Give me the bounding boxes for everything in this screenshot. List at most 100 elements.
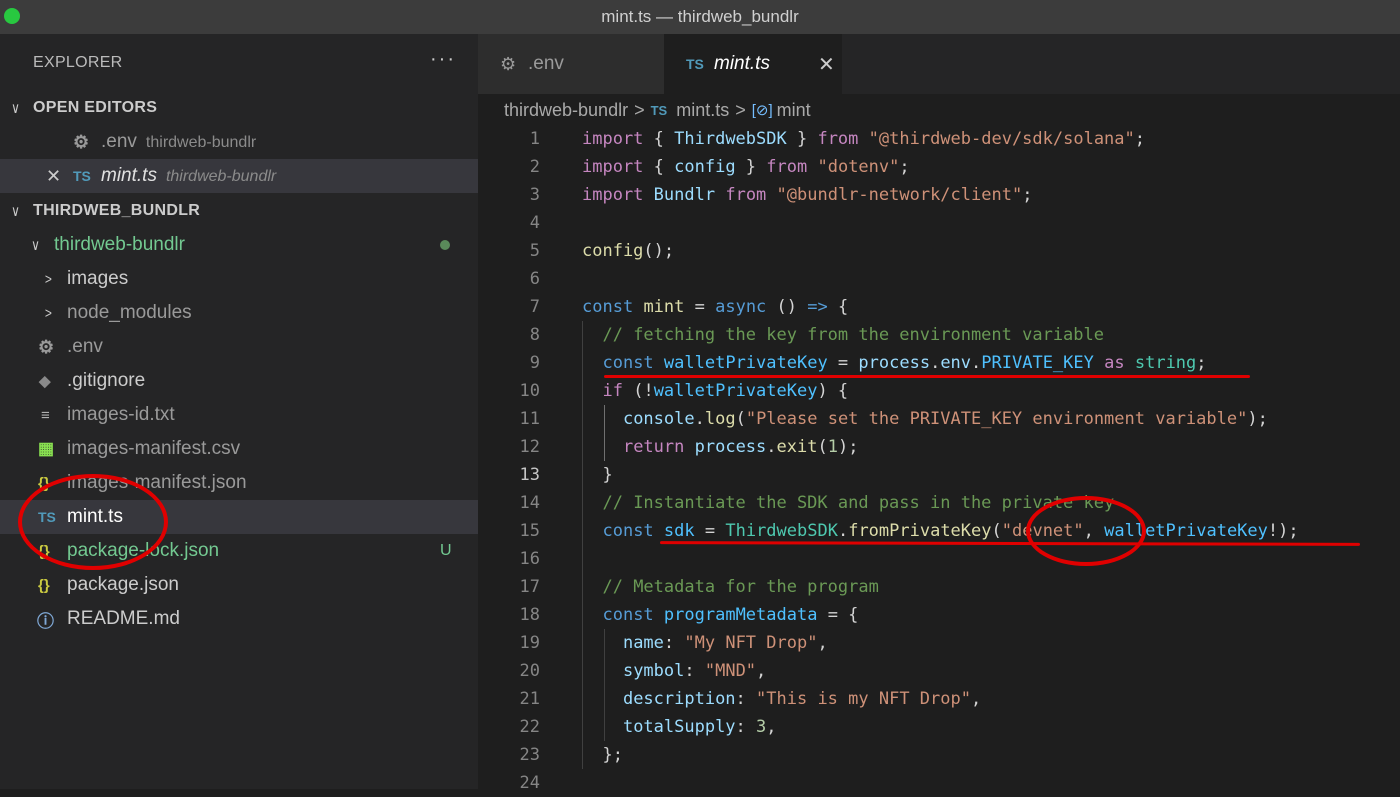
close-icon[interactable]: ✕	[46, 166, 61, 187]
tab-mint-ts[interactable]: TS mint.ts ✕	[664, 34, 842, 94]
code-token: =	[827, 353, 859, 373]
code-line[interactable]: 9 const walletPrivateKey = process.env.P…	[478, 349, 1400, 377]
breadcrumb-file[interactable]: mint.ts	[676, 100, 729, 121]
code-line[interactable]: 11 console.log("Please set the PRIVATE_K…	[478, 405, 1400, 433]
code-token: =	[684, 297, 716, 317]
code-line[interactable]: 3 import Bundlr from "@bundlr-network/cli…	[478, 181, 1400, 209]
code-line[interactable]: 13 }	[478, 461, 1400, 489]
code-line[interactable]: 21 description: "This is my NFT Drop",	[478, 685, 1400, 713]
tab-label: .env	[528, 53, 564, 74]
code-token: import	[582, 185, 644, 205]
breadcrumb-symbol[interactable]: mint	[777, 100, 811, 121]
code-line[interactable]: 2 import { config } from "dotenv";	[478, 153, 1400, 181]
code-token: const	[602, 521, 654, 541]
code-line[interactable]: 19 name: "My NFT Drop",	[478, 629, 1400, 657]
code-text: symbol: "MND",	[582, 657, 766, 685]
code-line[interactable]: 10 if (!walletPrivateKey) {	[478, 377, 1400, 405]
workspace-section[interactable]: ∨ THIRDWEB_BUNDLR	[0, 194, 478, 228]
tree-item-gitignore[interactable]: ◆ .gitignore	[0, 364, 478, 398]
code-token: description	[622, 689, 736, 709]
code-line[interactable]: 6	[478, 265, 1400, 293]
code-line[interactable]: 4	[478, 209, 1400, 237]
tree-item-node-modules[interactable]: > node_modules	[0, 296, 478, 330]
code-line[interactable]: 17 // Metadata for the program	[478, 573, 1400, 601]
tab-env[interactable]: ⚙ .env	[478, 34, 664, 94]
tree-item-label: package.json	[67, 574, 179, 595]
code-line[interactable]: 12 return process.exit(1);	[478, 433, 1400, 461]
code-line[interactable]: 15 const sdk = ThirdwebSDK.fromPrivateKe…	[478, 517, 1400, 545]
code-line[interactable]: 22 totalSupply: 3,	[478, 713, 1400, 741]
code-text: const mint = async () => {	[582, 293, 848, 321]
window-control-button[interactable]	[4, 8, 20, 24]
code-line[interactable]: 8 // fetching the key from the environme…	[478, 321, 1400, 349]
code-token: const	[582, 297, 634, 317]
breadcrumb-folder[interactable]: thirdweb-bundlr	[504, 100, 628, 121]
code-line[interactable]: 18 const programMetadata = {	[478, 601, 1400, 629]
open-editors-title: OPEN EDITORS	[33, 99, 158, 116]
code-editor[interactable]: 1 import { ThirdwebSDK } from "@thirdweb-…	[478, 125, 1400, 793]
code-token: mint	[643, 297, 685, 317]
code-line[interactable]: 5 config();	[478, 237, 1400, 265]
tree-item-label: .gitignore	[67, 370, 146, 391]
code-line[interactable]: 1 import { ThirdwebSDK } from "@thirdweb-…	[478, 125, 1400, 153]
tree-item-package-json[interactable]: {} package.json	[0, 568, 478, 602]
tree-item-label: images-id.txt	[67, 404, 175, 425]
info-icon: ⓘ	[37, 611, 54, 631]
code-token: .	[837, 521, 849, 541]
tree-item-env[interactable]: ⚙ .env	[0, 330, 478, 364]
code-line[interactable]: 24	[478, 769, 1400, 797]
close-icon[interactable]: ✕	[818, 52, 835, 77]
code-line[interactable]: 7 const mint = async () => {	[478, 293, 1400, 321]
folder-thirdweb-bundlr[interactable]: ∨ thirdweb-bundlr	[0, 228, 478, 262]
open-editor-item-env[interactable]: ⚙ .env thirdweb-bundlr	[0, 125, 478, 159]
code-line[interactable]: 16	[478, 545, 1400, 573]
code-token: );	[1247, 409, 1268, 429]
tree-item-images[interactable]: > images	[0, 262, 478, 296]
code-token: // Metadata for the program	[602, 577, 879, 597]
code-text: };	[582, 741, 622, 769]
line-number: 21	[519, 689, 540, 709]
code-token: "This is my NFT Drop"	[756, 689, 971, 709]
code-token: :	[735, 717, 757, 737]
line-number: 13	[519, 465, 540, 485]
tree-item-images-id[interactable]: ≡ images-id.txt	[0, 398, 478, 432]
code-token: ,	[817, 633, 828, 653]
chevron-down-icon: ∨	[31, 237, 40, 254]
open-editor-path: thirdweb-bundlr	[165, 168, 277, 185]
tree-item-label: .env	[67, 336, 103, 357]
line-number: 23	[519, 745, 540, 765]
tree-item-label: images	[67, 268, 129, 289]
variable-symbol-icon: [⊘]	[751, 102, 773, 119]
code-token: (	[735, 409, 746, 429]
code-text: config();	[582, 237, 674, 265]
code-line[interactable]: 23 };	[478, 741, 1400, 769]
code-token: "My NFT Drop"	[684, 633, 818, 653]
line-number: 20	[519, 661, 540, 681]
explorer-title: EXPLORER	[33, 54, 123, 71]
code-text: import Bundlr from "@bundlr-network/clie…	[582, 181, 1032, 209]
code-token: :	[735, 689, 757, 709]
tree-item-readme[interactable]: ⓘ README.md	[0, 602, 478, 636]
open-editor-path: thirdweb-bundlr	[145, 134, 257, 151]
git-icon: ◆	[39, 373, 51, 390]
tree-item-label: images-manifest.csv	[67, 438, 241, 459]
code-text: console.log("Please set the PRIVATE_KEY …	[582, 405, 1268, 433]
line-number: 10	[519, 381, 540, 401]
code-line[interactable]: 20 symbol: "MND",	[478, 657, 1400, 685]
code-token: {	[643, 129, 675, 149]
more-actions-icon[interactable]: ···	[430, 48, 456, 71]
open-editors-section[interactable]: ∨ OPEN EDITORS	[0, 91, 478, 125]
code-token: console	[622, 409, 695, 429]
code-token: }	[786, 129, 818, 149]
code-text: return process.exit(1);	[582, 433, 859, 461]
code-line[interactable]: 14 // Instantiate the SDK and pass in th…	[478, 489, 1400, 517]
tree-item-images-manifest-csv[interactable]: ▦ images-manifest.csv	[0, 432, 478, 466]
open-editor-item-mint[interactable]: ✕ TS mint.ts thirdweb-bundlr	[0, 159, 478, 193]
